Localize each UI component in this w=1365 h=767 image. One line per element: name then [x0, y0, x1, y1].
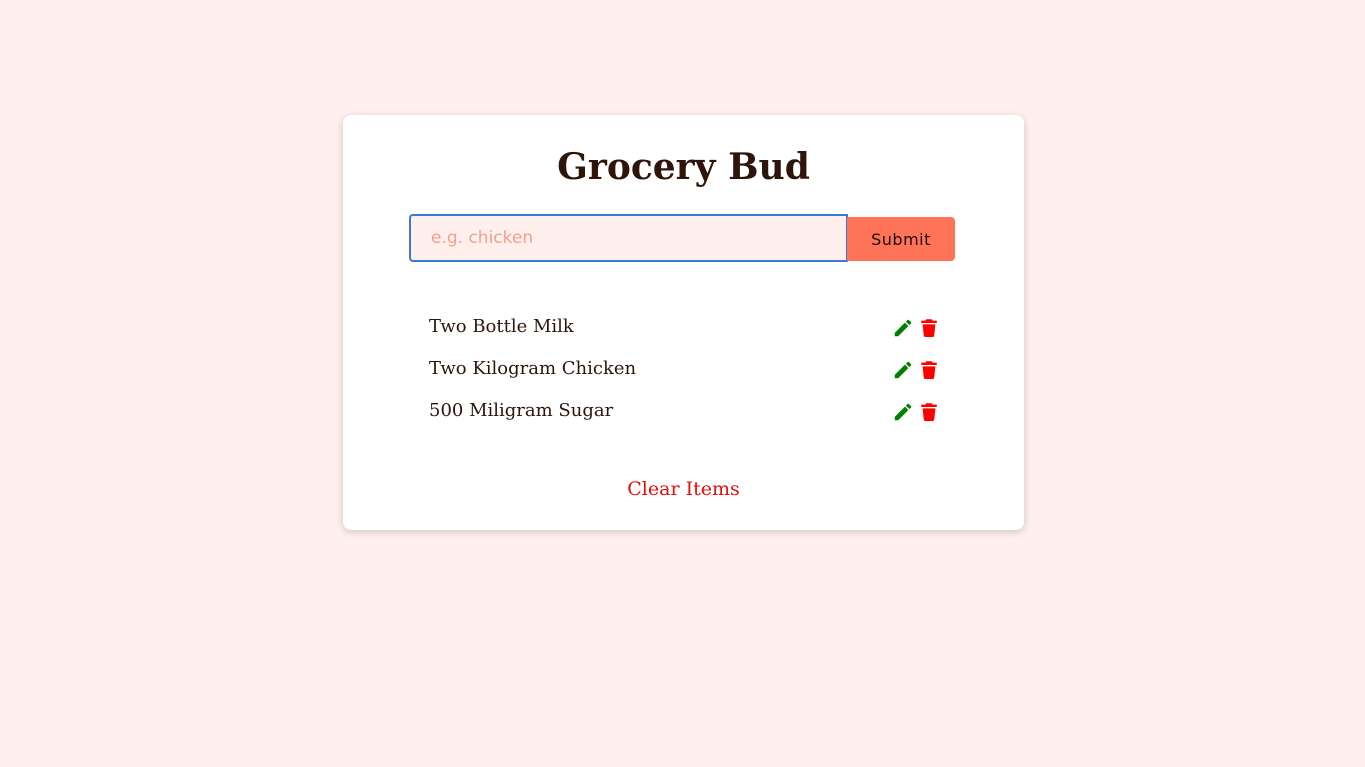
grocery-list: Two Bottle Milk Two Kilogram Chicken 500… — [429, 307, 940, 433]
list-item: Two Kilogram Chicken — [429, 349, 940, 391]
trash-icon — [921, 319, 937, 337]
pencil-icon — [894, 361, 912, 379]
submit-button[interactable]: Submit — [847, 217, 955, 261]
delete-button[interactable] — [918, 317, 940, 339]
trash-icon — [921, 361, 937, 379]
item-name: 500 Miligram Sugar — [429, 400, 614, 421]
trash-icon — [921, 403, 937, 421]
edit-button[interactable] — [892, 359, 914, 381]
pencil-icon — [894, 403, 912, 421]
clear-items-button[interactable]: Clear Items — [343, 477, 1024, 501]
delete-button[interactable] — [918, 359, 940, 381]
edit-button[interactable] — [892, 401, 914, 423]
item-name: Two Bottle Milk — [429, 316, 574, 337]
list-item: 500 Miligram Sugar — [429, 391, 940, 433]
item-name: Two Kilogram Chicken — [429, 358, 637, 379]
item-actions — [892, 401, 940, 423]
item-actions — [892, 359, 940, 381]
item-actions — [892, 317, 940, 339]
grocery-form: Submit — [409, 214, 955, 262]
page-title: Grocery Bud — [557, 146, 810, 188]
list-item: Two Bottle Milk — [429, 307, 940, 349]
delete-button[interactable] — [918, 401, 940, 423]
edit-button[interactable] — [892, 317, 914, 339]
grocery-input[interactable] — [409, 214, 848, 262]
pencil-icon — [894, 319, 912, 337]
grocery-card: Grocery Bud Submit Two Bottle Milk — [343, 115, 1024, 530]
